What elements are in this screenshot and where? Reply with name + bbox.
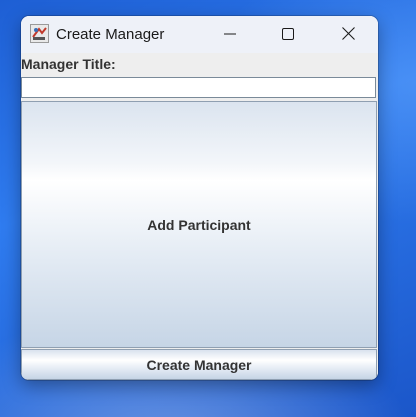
minimize-icon	[224, 25, 236, 44]
manager-title-label: Manager Title:	[21, 56, 116, 72]
java-app-icon	[30, 24, 49, 43]
window-title: Create Manager	[56, 26, 165, 43]
maximize-button[interactable]	[259, 16, 317, 53]
add-participant-button[interactable]: Add Participant	[21, 101, 377, 348]
manager-title-input[interactable]	[21, 77, 376, 98]
create-manager-button[interactable]: Create Manager	[21, 349, 377, 380]
title-bar[interactable]: Create Manager	[21, 16, 378, 53]
create-manager-window: Create Manager Manager Title: Add Partic…	[21, 16, 378, 380]
close-icon	[341, 25, 355, 44]
minimize-button[interactable]	[201, 16, 259, 53]
window-content: Manager Title: Add Participant Create Ma…	[21, 53, 378, 380]
close-button[interactable]	[319, 16, 377, 53]
maximize-icon	[282, 25, 294, 44]
